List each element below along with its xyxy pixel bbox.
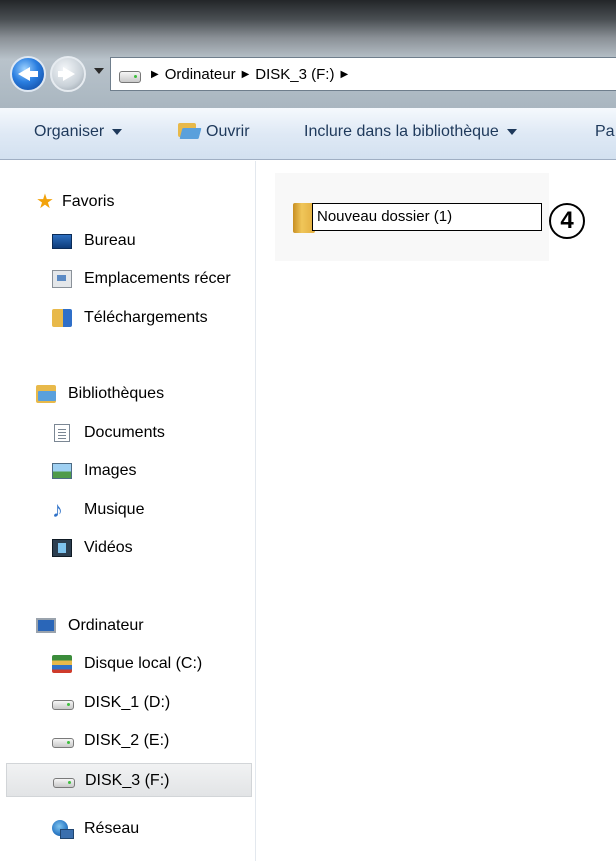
nav-network[interactable]: Réseau: [0, 812, 255, 846]
include-in-library-button[interactable]: Inclure dans la bibliothèque: [304, 123, 517, 141]
nav-item-disk3-selected[interactable]: DISK_3 (F:): [6, 763, 252, 797]
nav-item-label: Images: [84, 462, 137, 479]
forward-button[interactable]: [50, 56, 86, 92]
nav-item-label: DISK_1 (D:): [84, 694, 171, 711]
computer-icon: [36, 618, 56, 633]
downloads-folder-icon: [52, 309, 72, 327]
file-list-area[interactable]: Nouveau dossier (1) 4: [257, 161, 616, 861]
nav-item-disk1[interactable]: DISK_1 (D:): [0, 686, 255, 720]
forward-arrow-stem: [58, 71, 67, 77]
folder-item[interactable]: Nouveau dossier (1): [275, 173, 549, 261]
libraries-icon: [36, 385, 56, 403]
chevron-down-icon: [112, 128, 123, 135]
documents-icon: [54, 424, 70, 442]
nav-computer[interactable]: Ordinateur: [0, 609, 255, 643]
drive-icon: [52, 700, 74, 710]
network-icon: [52, 820, 74, 839]
drive-icon: [53, 778, 75, 788]
videos-icon: [52, 539, 72, 557]
recent-places-icon: [52, 270, 72, 288]
nav-item-documents[interactable]: Documents: [0, 416, 255, 450]
organize-button[interactable]: Organiser: [34, 123, 123, 141]
nav-computer-label: Ordinateur: [68, 617, 144, 634]
nav-libraries[interactable]: Bibliothèques: [0, 377, 255, 411]
nav-item-desktop[interactable]: Bureau: [0, 224, 255, 258]
nav-item-label: Bureau: [84, 232, 136, 249]
include-library-label: Inclure dans la bibliothèque: [304, 123, 499, 140]
share-button[interactable]: Pa: [595, 123, 615, 141]
nav-item-label: Emplacements récer: [84, 270, 231, 287]
nav-item-music[interactable]: ♪ Musique: [0, 493, 255, 527]
star-icon: ★: [36, 191, 54, 213]
nav-item-label: DISK_3 (F:): [85, 772, 170, 789]
nav-libraries-label: Bibliothèques: [68, 385, 165, 402]
nav-item-label: Musique: [84, 501, 145, 518]
window-titlebar: ▶ Ordinateur ▶ DISK_3 (F:) ▶: [0, 0, 616, 108]
breadcrumb-separator-icon[interactable]: ▶: [242, 69, 250, 80]
rename-input[interactable]: Nouveau dossier (1): [312, 203, 542, 231]
nav-item-label: Vidéos: [84, 539, 133, 556]
nav-item-recent-places[interactable]: Emplacements récer: [0, 262, 255, 296]
nav-favorites-label: Favoris: [62, 193, 115, 210]
recent-pages-dropdown-icon[interactable]: [94, 68, 104, 74]
navigation-pane: ★ Favoris Bureau Emplacements récer Télé…: [0, 161, 256, 861]
local-disk-icon: [52, 655, 72, 673]
nav-item-label: Documents: [84, 424, 165, 441]
address-bar[interactable]: ▶ Ordinateur ▶ DISK_3 (F:) ▶: [110, 57, 616, 91]
back-button[interactable]: [10, 56, 46, 92]
share-label: Pa: [595, 123, 615, 140]
command-bar: Organiser Ouvrir Inclure dans la bibliot…: [0, 108, 616, 160]
music-note-icon: ♪: [52, 497, 63, 522]
nav-item-label: DISK_2 (E:): [84, 732, 170, 749]
nav-item-label: Disque local (C:): [84, 655, 203, 672]
nav-item-label: Téléchargements: [84, 309, 208, 326]
organize-label: Organiser: [34, 123, 105, 140]
breadcrumb-separator-icon[interactable]: ▶: [151, 69, 159, 80]
nav-network-label: Réseau: [84, 820, 140, 837]
images-icon: [52, 463, 72, 479]
nav-item-images[interactable]: Images: [0, 454, 255, 488]
step-number-badge: 4: [549, 203, 585, 239]
breadcrumb-disk3[interactable]: DISK_3 (F:): [255, 66, 334, 83]
drive-icon: [52, 738, 74, 748]
nav-item-local-disk-c[interactable]: Disque local (C:): [0, 647, 255, 681]
desktop-icon: [52, 234, 72, 249]
nav-item-videos[interactable]: Vidéos: [0, 531, 255, 565]
nav-item-downloads[interactable]: Téléchargements: [0, 301, 255, 335]
open-button[interactable]: Ouvrir: [178, 123, 250, 141]
nav-item-disk2[interactable]: DISK_2 (E:): [0, 724, 255, 758]
back-arrow-stem: [29, 71, 38, 77]
open-folder-icon: [178, 123, 202, 139]
open-label: Ouvrir: [206, 123, 250, 140]
chevron-down-icon: [506, 128, 517, 135]
breadcrumb-computer[interactable]: Ordinateur: [165, 66, 236, 83]
breadcrumb-separator-icon[interactable]: ▶: [340, 69, 348, 80]
address-drive-icon: [119, 71, 141, 83]
nav-favorites[interactable]: ★ Favoris: [0, 185, 255, 219]
